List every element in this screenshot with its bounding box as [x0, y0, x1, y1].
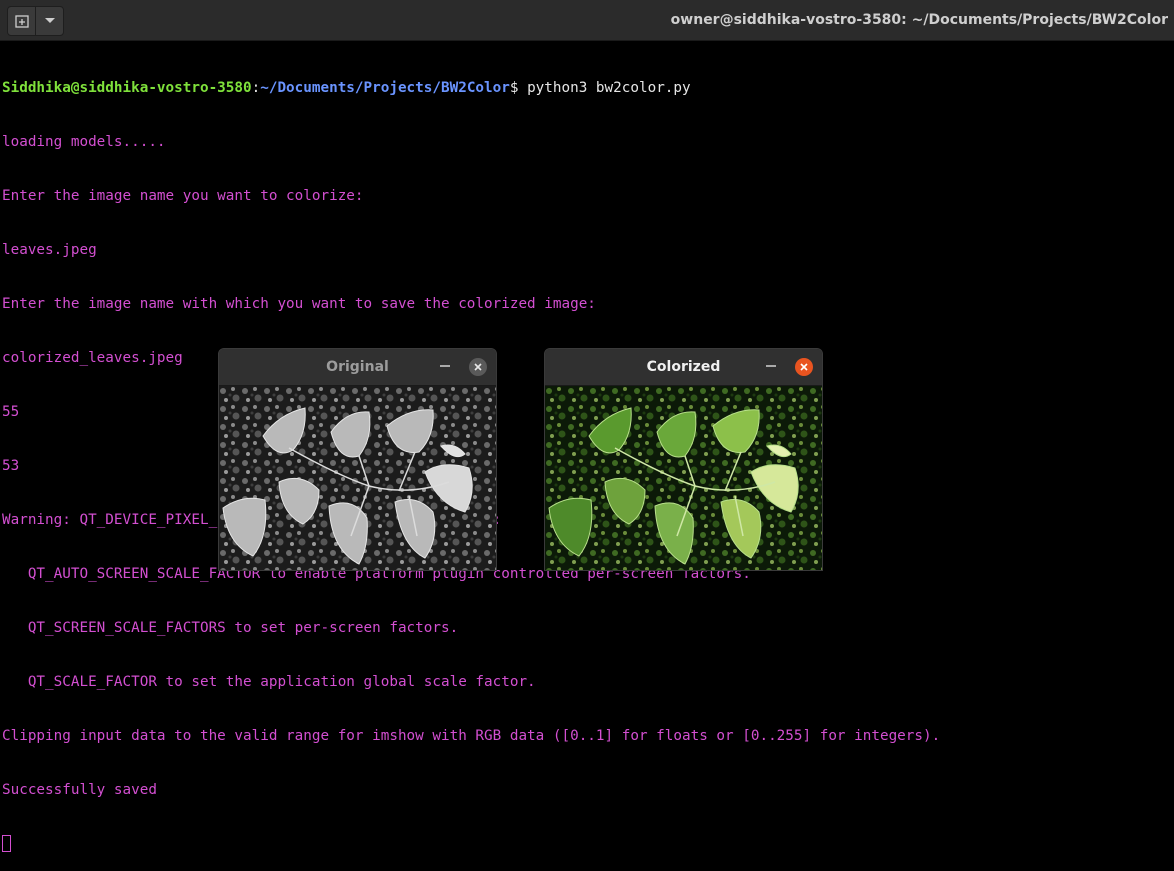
terminal-title-bar: owner@siddhika-vostro-3580: ~/Documents/…	[0, 0, 1174, 41]
original-window-title: Original	[326, 359, 389, 375]
prompt-colon: :	[251, 80, 261, 96]
colorized-window-title: Colorized	[646, 359, 721, 375]
colorized-image-window[interactable]: Colorized	[544, 348, 823, 571]
cursor-line	[2, 835, 1174, 853]
output-line: QT_SCREEN_SCALE_FACTORS to set per-scree…	[2, 620, 459, 636]
minimize-button[interactable]	[440, 365, 450, 367]
output-line: Clipping input data to the valid range f…	[2, 728, 941, 744]
prompt-command: python3 bw2color.py	[518, 80, 691, 96]
minimize-button[interactable]	[766, 365, 776, 367]
text-cursor	[2, 835, 11, 852]
close-button[interactable]	[795, 358, 813, 376]
output-line: leaves.jpeg	[2, 242, 97, 258]
close-icon	[800, 363, 808, 371]
window-title: owner@siddhika-vostro-3580: ~/Documents/…	[670, 12, 1168, 28]
menu-dropdown-button[interactable]	[35, 7, 63, 35]
colorized-window-titlebar[interactable]: Colorized	[545, 349, 822, 386]
new-tab-button[interactable]	[8, 7, 35, 35]
close-icon	[474, 363, 482, 371]
output-line: Enter the image name with which you want…	[2, 296, 596, 312]
output-line: Successfully saved	[2, 782, 157, 798]
tab-controls	[7, 6, 64, 36]
original-window-titlebar[interactable]: Original	[219, 349, 496, 386]
colorized-leaves-image	[545, 386, 822, 570]
grayscale-leaves-image	[219, 386, 496, 570]
dropdown-arrow-icon	[44, 18, 55, 23]
new-tab-icon	[14, 15, 29, 28]
output-line: Enter the image name you want to coloriz…	[2, 188, 364, 204]
close-button[interactable]	[469, 358, 487, 376]
output-line: loading models.....	[2, 134, 166, 150]
prompt-line: Siddhika@siddhika-vostro-3580:~/Document…	[2, 79, 1174, 97]
prompt-user-host: Siddhika@siddhika-vostro-3580	[2, 80, 252, 96]
original-image-window[interactable]: Original	[218, 348, 497, 571]
prompt-path: ~/Documents/Projects/BW2Color	[260, 80, 510, 96]
output-line: QT_SCALE_FACTOR to set the application g…	[2, 674, 536, 690]
